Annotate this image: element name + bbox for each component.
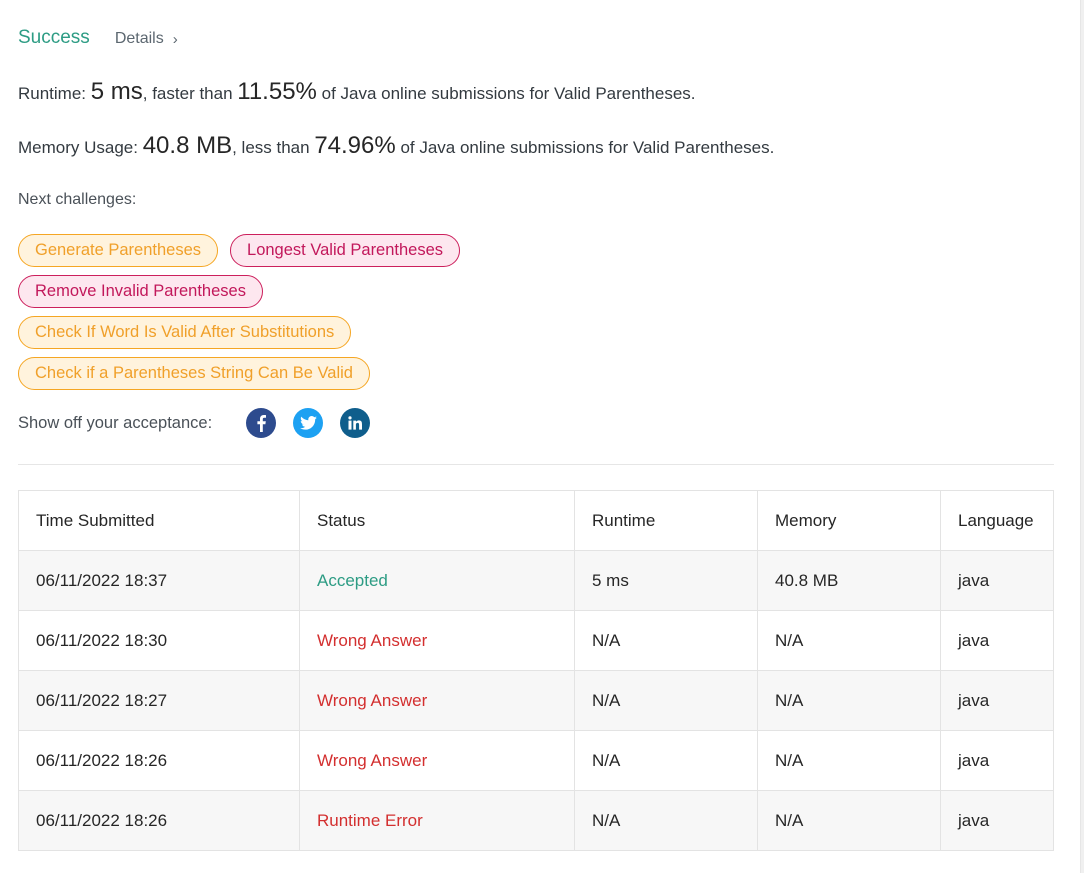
challenge-tag-check-word-valid[interactable]: Check If Word Is Valid After Substitutio… [18,316,352,349]
details-label: Details [114,30,164,47]
facebook-icon[interactable] [246,408,277,438]
cell-status-link[interactable]: Runtime Error [299,790,575,851]
details-link[interactable]: Details › [115,30,178,48]
cell-status-link[interactable]: Wrong Answer [299,610,575,671]
header-runtime[interactable]: Runtime [574,490,758,551]
header-language[interactable]: Language [940,490,1054,551]
cell-time: 06/11/2022 18:27 [18,670,300,731]
challenge-tag-parentheses-string-valid[interactable]: Check if a Parentheses String Can Be Val… [18,357,370,390]
cell-time: 06/11/2022 18:30 [18,610,300,671]
runtime-stat: Runtime: 5 ms, faster than 11.55% of Jav… [18,78,696,106]
share-row: Show off your acceptance: [18,408,387,438]
divider [18,464,1054,465]
header-time-submitted[interactable]: Time Submitted [18,490,300,551]
next-challenges-list: Generate Parentheses Longest Valid Paren… [18,234,578,398]
table-header-row: Time Submitted Status Runtime Memory Lan… [18,490,1054,551]
cell-time: 06/11/2022 18:26 [18,730,300,791]
cell-language: java [940,610,1054,671]
challenge-tag-remove-invalid-parentheses[interactable]: Remove Invalid Parentheses [18,275,263,308]
memory-stat: Memory Usage: 40.8 MB, less than 74.96% … [18,132,774,160]
cell-memory: N/A [757,670,941,731]
table-row: 06/11/2022 18:30 Wrong Answer N/A N/A ja… [18,610,1054,671]
cell-memory: 40.8 MB [757,550,941,611]
memory-suffix: of Java online submissions for Valid Par… [395,138,775,157]
table-row: 06/11/2022 18:27 Wrong Answer N/A N/A ja… [18,670,1054,731]
challenge-tag-longest-valid-parentheses[interactable]: Longest Valid Parentheses [230,234,461,267]
table-row: 06/11/2022 18:26 Runtime Error N/A N/A j… [18,790,1054,851]
table-row: 06/11/2022 18:37 Accepted 5 ms 40.8 MB j… [18,550,1054,611]
cell-status-link[interactable]: Wrong Answer [299,670,575,731]
runtime-suffix: of Java online submissions for Valid Par… [316,84,696,103]
memory-value: 40.8 MB [142,132,233,159]
cell-status-link[interactable]: Accepted [299,550,575,611]
cell-language: java [940,730,1054,791]
cell-runtime: N/A [574,670,758,731]
twitter-icon[interactable] [293,408,324,438]
cell-time: 06/11/2022 18:37 [18,550,300,611]
cell-memory: N/A [757,610,941,671]
cell-status-link[interactable]: Wrong Answer [299,730,575,791]
result-status: Success [18,27,90,48]
memory-percent: 74.96% [314,132,396,159]
cell-language: java [940,670,1054,731]
header-memory[interactable]: Memory [757,490,941,551]
cell-memory: N/A [757,790,941,851]
header-status[interactable]: Status [299,490,575,551]
next-challenges-label: Next challenges: [18,191,137,208]
runtime-value: 5 ms [90,78,143,105]
cell-language: java [940,790,1054,851]
cell-language: java [940,550,1054,611]
table-row: 06/11/2022 18:26 Wrong Answer N/A N/A ja… [18,730,1054,791]
runtime-percent: 11.55% [237,78,317,105]
runtime-label: Runtime: [18,84,91,103]
cell-runtime: 5 ms [574,550,758,611]
memory-mid: , less than [232,138,315,157]
linkedin-icon[interactable] [340,408,371,438]
cell-runtime: N/A [574,610,758,671]
cell-time: 06/11/2022 18:26 [18,790,300,851]
cell-runtime: N/A [574,790,758,851]
chevron-right-icon: › [172,30,178,48]
cell-runtime: N/A [574,730,758,791]
submissions-table: Time Submitted Status Runtime Memory Lan… [18,490,1054,851]
scrollbar-track[interactable] [1080,0,1084,873]
result-header: Success Details › [18,27,178,49]
challenge-tag-generate-parentheses[interactable]: Generate Parentheses [18,234,219,267]
runtime-mid: , faster than [142,84,238,103]
cell-memory: N/A [757,730,941,791]
share-label: Show off your acceptance: [18,413,213,432]
memory-label: Memory Usage: [18,138,143,157]
